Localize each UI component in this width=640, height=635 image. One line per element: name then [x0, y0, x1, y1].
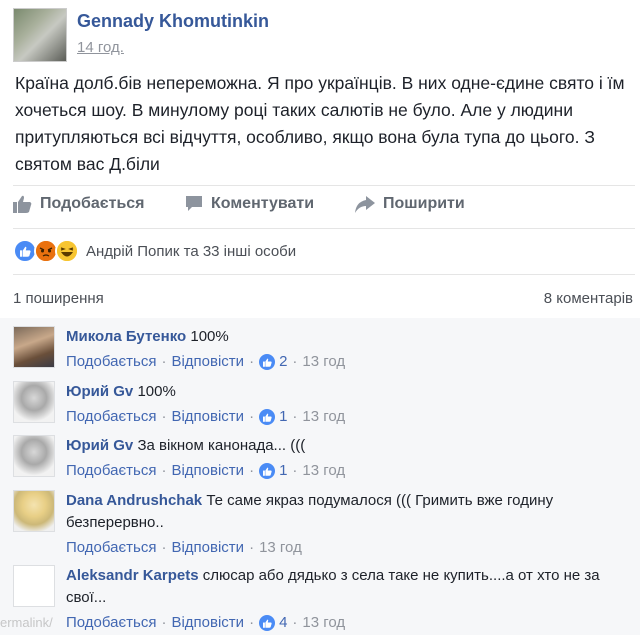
like-label: Подобається	[40, 195, 145, 212]
commenter-avatar[interactable]	[13, 326, 55, 368]
comment-icon	[186, 196, 202, 211]
post-actions: Подобається Коментувати Поширити	[13, 195, 627, 219]
comment-like-link[interactable]: Подобається	[66, 537, 156, 559]
separator-dot: ·	[161, 614, 167, 631]
reactions-summary[interactable]: Андрій Попик та 33 інші особи	[13, 239, 296, 263]
separator-dot: ·	[161, 408, 167, 425]
comment-likes[interactable]: 1	[259, 460, 287, 482]
comment-like-link[interactable]: Подобається	[66, 406, 156, 428]
reactions-text: Андрій Попик та 33 інші особи	[86, 242, 297, 260]
separator-dot: ·	[249, 408, 255, 425]
permalink-watermark: ermalink/	[0, 615, 53, 630]
separator-dot: ·	[161, 539, 167, 556]
post-text: Країна долб.бів непереможна. Я про украї…	[15, 73, 625, 174]
comment-likes[interactable]: 1	[259, 406, 287, 428]
commenter-avatar[interactable]	[13, 565, 55, 607]
separator-dot: ·	[292, 462, 298, 479]
post-timestamp[interactable]: 14 год.	[77, 39, 124, 56]
separator-dot: ·	[249, 539, 255, 556]
like-icon	[259, 409, 276, 425]
commenter-avatar[interactable]	[13, 490, 55, 532]
comment-time[interactable]: 13 год	[302, 351, 345, 373]
comment-like-link[interactable]: Подобається	[66, 460, 156, 482]
separator-dot: ·	[292, 614, 298, 631]
divider	[13, 228, 635, 229]
comment-likes[interactable]: 2	[259, 351, 287, 373]
comment-button[interactable]: Коментувати	[185, 195, 314, 213]
comment-time[interactable]: 13 год	[302, 460, 345, 482]
commenter-avatar[interactable]	[13, 435, 55, 477]
comment-text: 100%	[190, 328, 229, 345]
comment-like-link[interactable]: Подобається	[66, 612, 156, 634]
comment-like-link[interactable]: Подобається	[66, 351, 156, 373]
separator-dot: ·	[292, 408, 298, 425]
comment-time[interactable]: 13 год	[259, 537, 302, 559]
like-button[interactable]: Подобається	[13, 195, 145, 213]
like-icon	[259, 615, 276, 631]
thumbs-up-icon	[13, 195, 32, 213]
comment-reply-link[interactable]: Відповісти	[171, 612, 244, 634]
author-name[interactable]: Gennady Khomutinkin	[77, 11, 269, 32]
shares-count[interactable]: 1 поширення	[13, 290, 104, 307]
haha-icon	[55, 239, 79, 263]
share-arrow-icon	[355, 195, 375, 213]
comment-reply-link[interactable]: Відповісти	[171, 460, 244, 482]
comment-reply-link[interactable]: Відповісти	[171, 537, 244, 559]
separator-dot: ·	[249, 462, 255, 479]
like-icon	[259, 463, 276, 479]
comment-text: 100%	[137, 383, 176, 400]
separator-dot: ·	[292, 353, 298, 370]
comments-count[interactable]: 8 коментарів	[544, 290, 633, 307]
separator-dot: ·	[249, 614, 255, 631]
commenter-name[interactable]: Юрий Gv	[66, 437, 133, 454]
comment-likes-count: 1	[279, 408, 288, 425]
facebook-post: Gennady Khomutinkin 14 год. Країна долб.…	[0, 0, 640, 635]
divider	[13, 185, 635, 186]
comment-time[interactable]: 13 год	[302, 612, 345, 634]
separator-dot: ·	[161, 353, 167, 370]
comment-likes-count: 4	[279, 614, 288, 631]
share-label: Поширити	[383, 195, 465, 212]
commenter-name[interactable]: Юрий Gv	[66, 383, 133, 400]
commenter-avatar[interactable]	[13, 381, 55, 423]
commenter-name[interactable]: Dana Andrushchak	[66, 492, 202, 509]
commenter-name[interactable]: Микола Бутенко	[66, 328, 186, 345]
commenter-name[interactable]: Aleksandr Karpets	[66, 567, 199, 584]
comment-time[interactable]: 13 год	[302, 406, 345, 428]
comment-likes-count: 1	[279, 462, 288, 479]
separator-dot: ·	[161, 462, 167, 479]
comment-likes[interactable]: 4	[259, 612, 287, 634]
separator-dot: ·	[249, 353, 255, 370]
divider	[13, 274, 635, 275]
like-icon	[259, 354, 276, 370]
comment-reply-link[interactable]: Відповісти	[171, 406, 244, 428]
comment-reply-link[interactable]: Відповісти	[171, 351, 244, 373]
share-button[interactable]: Поширити	[355, 195, 465, 213]
comment-likes-count: 2	[279, 353, 288, 370]
author-avatar[interactable]	[13, 8, 67, 62]
comment-label: Коментувати	[211, 195, 315, 212]
comment-text: За вікном канонада... (((	[137, 437, 306, 454]
